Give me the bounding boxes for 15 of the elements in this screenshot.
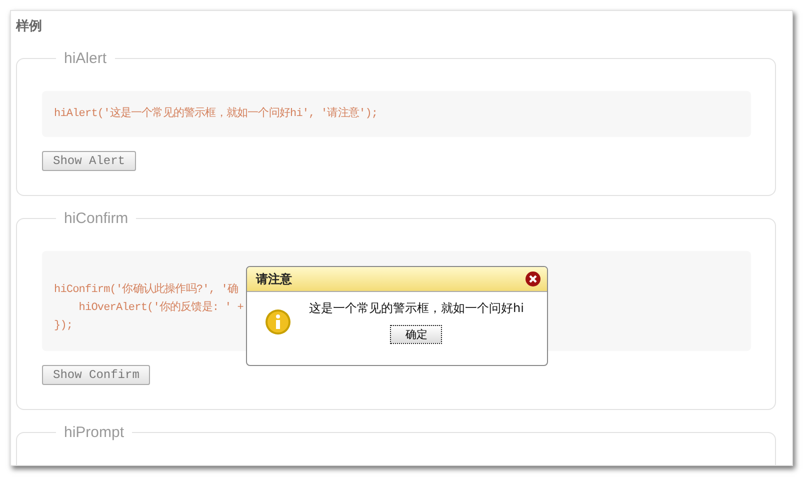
info-icon: [265, 309, 291, 335]
dialog-title: 请注意: [256, 270, 292, 288]
show-button[interactable]: Show Alert: [42, 151, 136, 171]
code-line: hiConfirm('你确认此操作吗?', '确: [54, 282, 238, 298]
panel-legend: hiPrompt: [56, 424, 132, 441]
dialog-message: 这是一个常见的警示框，就如一个问好hi: [309, 300, 524, 317]
code-line: });: [54, 319, 73, 334]
panel-legend: hiAlert: [56, 50, 115, 67]
panel-legend: hiConfirm: [56, 210, 136, 227]
code-line: hiOverAlert('你的反馈是: ' +: [78, 300, 244, 316]
ok-button[interactable]: 确定: [390, 325, 442, 344]
page-heading: 样例: [16, 18, 43, 36]
show-button[interactable]: Show Confirm: [42, 365, 150, 385]
close-icon[interactable]: [525, 271, 541, 287]
code-line: hiAlert('这是一个常见的警示框，就如一个问好hi', '请注意');: [54, 106, 378, 122]
